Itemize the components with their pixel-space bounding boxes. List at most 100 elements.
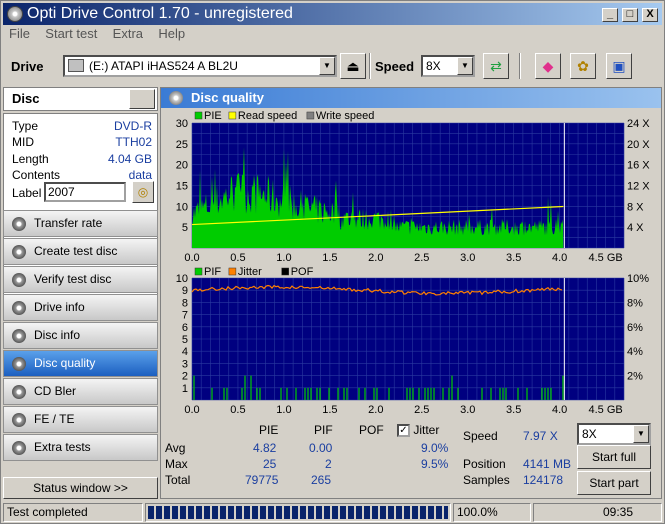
chevron-down-icon[interactable]: ▼ <box>633 425 649 443</box>
eraser-icon[interactable]: ◆ <box>535 53 561 79</box>
y-tick-label: 20 <box>176 160 188 172</box>
disc-label-icon[interactable]: ◎ <box>132 181 154 203</box>
close-button[interactable]: X <box>642 8 658 22</box>
nav-disc-info[interactable]: Disc info <box>3 322 158 349</box>
disc-icon <box>12 385 26 399</box>
drive-select-value: (E:) ATAPI iHAS524 A BL2U <box>89 59 238 73</box>
jitter-label: Jitter <box>413 423 440 437</box>
window-title: Opti Drive Control 1.70 - unregistered <box>27 5 293 22</box>
legend-label-0: PIF <box>204 266 221 278</box>
jitter-checkbox[interactable]: ✓ Jitter <box>397 423 440 438</box>
disc-icon <box>12 413 26 427</box>
nav-disc-quality[interactable]: Disc quality <box>3 350 158 377</box>
mid-value: TTH02 <box>115 135 152 149</box>
progress-percent: 100.0% <box>453 503 531 522</box>
disc-icon <box>12 301 26 315</box>
y-tick-label: 8 <box>182 297 188 309</box>
x-tick-label: 0.5 <box>230 404 245 416</box>
legend-label-2: POF <box>291 266 314 278</box>
y2-tick-label: 10% <box>627 273 649 285</box>
chevron-down-icon[interactable]: ▼ <box>319 57 335 75</box>
status-window-button[interactable]: Status window >> <box>3 477 158 499</box>
disc-header-button[interactable] <box>129 89 155 109</box>
save-icon[interactable]: ▣ <box>606 53 632 79</box>
nav-cd-bler[interactable]: CD Bler <box>3 378 158 405</box>
label-key: Label <box>12 186 42 200</box>
y2-tick-label: 6% <box>627 322 643 334</box>
y-tick-label: 10 <box>176 201 188 213</box>
toolbar-separator <box>519 53 521 79</box>
avg-pie: 4.82 <box>253 441 277 455</box>
charts-area: PIE Read speed Write speed510152025304 X8 … <box>176 110 651 416</box>
nav-label: FE / TE <box>34 412 75 426</box>
y2-tick-label: 4% <box>627 346 643 358</box>
panel-title: Disc quality <box>191 90 264 105</box>
nav-drive-info[interactable]: Drive info <box>3 294 158 321</box>
nav-verify-test-disc[interactable]: Verify test disc <box>3 266 158 293</box>
nav-create-test-disc[interactable]: Create test disc <box>3 238 158 265</box>
nav-extra-tests[interactable]: Extra tests <box>3 434 158 461</box>
start-part-button[interactable]: Start part <box>577 471 651 495</box>
y2-tick-label: 16 X <box>627 160 650 172</box>
legend-swatch <box>228 111 237 120</box>
total-pif: 265 <box>311 473 332 487</box>
x-tick-label: 1.5 <box>322 404 337 416</box>
main-panel: Disc quality PIE Read speed Write speed 5 10… <box>160 87 662 499</box>
disc-quality-icon <box>169 91 183 105</box>
drive-label: Drive <box>11 59 44 74</box>
progress-bar <box>145 503 451 522</box>
x-tick-label: 0.0 <box>184 404 199 416</box>
y-tick-label: 3 <box>182 358 188 370</box>
y-tick-label: 6 <box>182 322 188 334</box>
info-row-mid: MID TTH02 <box>12 135 152 151</box>
test-speed-select[interactable]: 8X ▼ <box>577 423 651 445</box>
maximize-button[interactable]: □ <box>622 8 638 22</box>
y-tick-label: 7 <box>182 310 188 322</box>
x-tick-label: 4.5 GB <box>588 404 622 416</box>
disc-icon <box>12 245 26 259</box>
menu-extra[interactable]: Extra <box>107 25 149 43</box>
max-label: Max <box>165 457 188 471</box>
start-full-button[interactable]: Start full <box>577 445 651 469</box>
speed-stat-value: 7.97 X <box>523 429 558 443</box>
drive-icon <box>68 59 84 72</box>
eject-button[interactable]: ⏏ <box>340 53 366 79</box>
disc-icon <box>12 329 26 343</box>
legend-swatch <box>281 267 289 276</box>
status-bar: Test completed 100.0% 09:35 <box>3 503 662 522</box>
refresh-icon[interactable]: ⇄ <box>483 53 509 79</box>
avg-label: Avg <box>165 441 186 455</box>
x-tick-label: 2.5 <box>414 252 429 264</box>
y-tick-label: 5 <box>182 334 188 346</box>
menu-start-test[interactable]: Start test <box>39 25 103 43</box>
legend-label-0: PIE <box>204 110 222 122</box>
length-value: 4.04 GB <box>107 152 152 166</box>
label-input[interactable]: 2007 <box>44 182 126 202</box>
disc-icon <box>12 273 26 287</box>
x-tick-label: 4.5 GB <box>588 252 622 264</box>
speed-select[interactable]: 8X ▼ <box>421 55 475 77</box>
legend-label-2: Write speed <box>316 110 375 122</box>
minimize-button[interactable]: _ <box>602 8 618 22</box>
y-tick-label: 25 <box>176 139 188 151</box>
type-value: DVD-R <box>114 119 152 133</box>
position-label: Position <box>463 457 506 471</box>
menu-file[interactable]: File <box>3 25 36 43</box>
nav-fe-te[interactable]: FE / TE <box>3 406 158 433</box>
samples-label: Samples <box>463 473 510 487</box>
progress-fill <box>148 506 448 519</box>
x-tick-label: 3.5 <box>506 252 521 264</box>
chevron-down-icon[interactable]: ▼ <box>457 57 473 75</box>
menu-help[interactable]: Help <box>152 25 191 43</box>
disc-header-label: Disc <box>12 91 40 106</box>
disc-icon <box>12 441 26 455</box>
speed-label: Speed <box>375 59 415 74</box>
x-tick-label: 0.0 <box>184 252 199 264</box>
y2-tick-label: 4 X <box>627 222 644 234</box>
settings-icon[interactable]: ✿ <box>570 53 596 79</box>
drive-select[interactable]: (E:) ATAPI iHAS524 A BL2U ▼ <box>63 55 337 77</box>
app-window: Opti Drive Control 1.70 - unregistered _… <box>0 0 665 524</box>
max-pif: 2 <box>325 457 332 471</box>
nav-transfer-rate[interactable]: Transfer rate <box>3 210 158 237</box>
legend-swatch <box>228 267 237 276</box>
